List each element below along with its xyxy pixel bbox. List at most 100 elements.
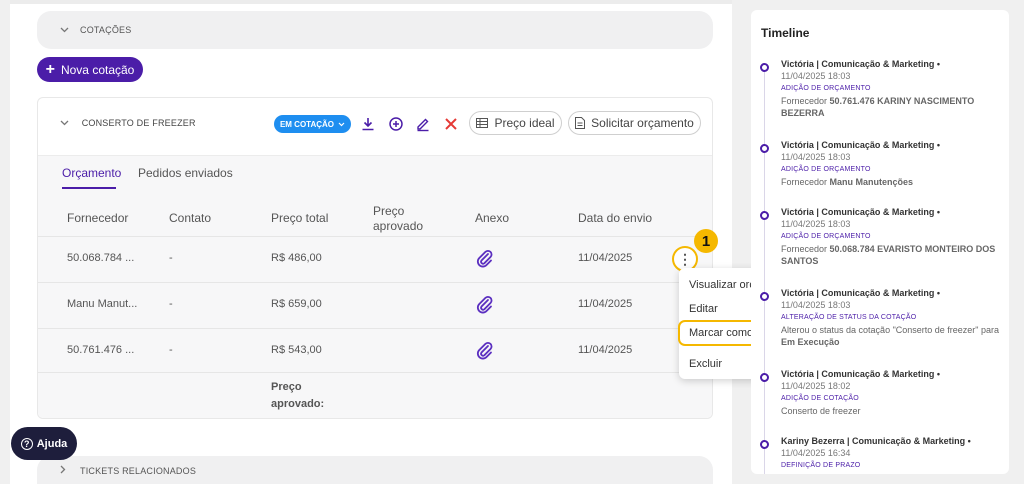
paperclip-icon[interactable] bbox=[475, 294, 495, 314]
chevron-right-icon bbox=[60, 465, 70, 477]
cell-data-envio: 11/04/2025 bbox=[578, 298, 633, 310]
help-button[interactable]: ? Ajuda bbox=[11, 427, 77, 460]
question-icon: ? bbox=[20, 437, 33, 450]
cell-contato: - bbox=[169, 252, 173, 264]
timeline-desc: Fornecedor Manu Manutenções bbox=[781, 177, 914, 187]
quote-card: CONSERTO DE FREEZER EM COTAÇÃO Preço ide… bbox=[37, 97, 713, 419]
timeline-desc: Fornecedor 50.761.476 KARINY NASCIMENTO … bbox=[781, 96, 975, 118]
chevron-down-icon bbox=[60, 118, 72, 128]
cell-preco-total: R$ 486,00 bbox=[271, 252, 322, 264]
chevron-down-icon bbox=[338, 122, 345, 126]
header-fornecedor: Fornecedor bbox=[67, 211, 129, 225]
request-budget-label: Solicitar orçamento bbox=[591, 116, 694, 130]
ideal-price-label: Preço ideal bbox=[494, 116, 555, 130]
tabs-area: Orçamento Pedidos enviados Fornecedor Co… bbox=[38, 155, 712, 418]
close-icon[interactable] bbox=[439, 112, 463, 136]
timeline-time: 11/04/2025 18:03 bbox=[781, 300, 851, 310]
menu-item-excluir[interactable]: Excluir bbox=[689, 358, 722, 370]
timeline-time: 11/04/2025 18:03 bbox=[781, 152, 851, 162]
timeline-author: Victória | Comunicação & Marketing • bbox=[781, 369, 941, 379]
timeline-item: Victória | Comunicação & Marketing • 11/… bbox=[781, 206, 1003, 267]
timeline-dot bbox=[760, 63, 769, 72]
header-preco-aprovado: Preço aprovado bbox=[373, 204, 424, 233]
cell-fornecedor: 50.068.784 ... bbox=[67, 252, 135, 264]
help-label: Ajuda bbox=[36, 437, 68, 450]
timeline-author: Victória | Comunicação & Marketing • bbox=[781, 140, 941, 150]
timeline-time: 11/04/2025 18:02 bbox=[781, 381, 851, 391]
divider bbox=[38, 282, 712, 283]
divider bbox=[38, 328, 712, 329]
timeline-dot bbox=[760, 211, 769, 220]
cell-preco-total: R$ 543,00 bbox=[271, 344, 322, 356]
document-icon bbox=[575, 117, 586, 129]
chevron-down-icon bbox=[60, 25, 70, 36]
timeline-author: Victória | Comunicação & Marketing • bbox=[781, 288, 941, 298]
table-icon bbox=[476, 118, 489, 128]
paperclip-icon[interactable] bbox=[475, 248, 495, 268]
timeline-item: Victória | Comunicação & Marketing • 11/… bbox=[781, 139, 1003, 188]
card-title-toggle[interactable]: CONSERTO DE FREEZER bbox=[60, 118, 196, 128]
timeline-time: 11/04/2025 18:03 bbox=[781, 71, 851, 81]
timeline-type: ADIÇÃO DE ORÇAMENTO bbox=[781, 85, 871, 92]
cell-data-envio: 11/04/2025 bbox=[578, 344, 633, 356]
timeline-title: Timeline bbox=[761, 26, 810, 40]
timeline-dot bbox=[760, 144, 769, 153]
cell-fornecedor: 50.761.476 ... bbox=[67, 344, 135, 356]
card-title: CONSERTO DE FREEZER bbox=[81, 118, 196, 128]
cell-data-envio: 11/04/2025 bbox=[578, 252, 633, 264]
timeline-dot bbox=[760, 440, 769, 449]
section-cotacoes[interactable]: COTAÇÕES bbox=[37, 11, 713, 49]
new-quote-button[interactable]: + Nova cotação bbox=[37, 57, 143, 82]
new-quote-label: Nova cotação bbox=[60, 62, 135, 77]
timeline-time: 11/04/2025 18:03 bbox=[781, 219, 851, 229]
timeline-desc: Fornecedor 50.068.784 EVARISTO MONTEIRO … bbox=[781, 244, 996, 266]
cell-fornecedor: Manu Manut... bbox=[67, 298, 138, 310]
cell-preco-total: R$ 659,00 bbox=[271, 298, 322, 310]
paperclip-icon[interactable] bbox=[475, 340, 495, 360]
section-tickets[interactable]: TICKETS RELACIONADOS bbox=[37, 456, 713, 484]
cell-contato: - bbox=[169, 298, 173, 310]
status-badge-label: EM COTAÇÃO bbox=[279, 119, 335, 129]
timeline-type: ADIÇÃO DE ORÇAMENTO bbox=[781, 166, 871, 173]
timeline-type: ALTERAÇÃO DE STATUS DA COTAÇÃO bbox=[781, 314, 917, 321]
timeline-item: Victória | Comunicação & Marketing • 11/… bbox=[781, 368, 1003, 417]
header-anexo: Anexo bbox=[475, 211, 510, 225]
timeline-item: Victória | Comunicação & Marketing • 11/… bbox=[781, 287, 1003, 348]
timeline-panel: Timeline Victória | Comunicação & Market… bbox=[751, 10, 1009, 474]
top-divider bbox=[10, 0, 732, 4]
timeline-author: Kariny Bezerra | Comunicação & Marketing… bbox=[781, 436, 971, 446]
tab-orcamento[interactable]: Orçamento bbox=[62, 166, 121, 180]
download-icon[interactable] bbox=[356, 112, 380, 136]
header-data-envio: Data do envio bbox=[578, 211, 653, 225]
menu-item-editar[interactable]: Editar bbox=[689, 303, 718, 315]
timeline-desc: Conserto de freezer bbox=[781, 406, 861, 416]
add-circle-icon[interactable] bbox=[384, 112, 408, 136]
timeline-type: DEFINIÇÃO DE PRAZO bbox=[781, 462, 861, 469]
main-panel: COTAÇÕES + Nova cotação CONSERTO DE FREE… bbox=[10, 0, 732, 484]
plus-icon: + bbox=[45, 60, 55, 78]
timeline-type: ADIÇÃO DE ORÇAMENTO bbox=[781, 233, 871, 240]
timeline-type: ADIÇÃO DE COTAÇÃO bbox=[781, 395, 859, 402]
ideal-price-button[interactable]: Preço ideal bbox=[469, 111, 562, 135]
timeline-item: Kariny Bezerra | Comunicação & Marketing… bbox=[781, 435, 1003, 472]
timeline-time: 11/04/2025 16:34 bbox=[781, 448, 851, 458]
section-title: TICKETS RELACIONADOS bbox=[80, 466, 197, 476]
section-title: COTAÇÕES bbox=[80, 25, 132, 35]
timeline-author: Victória | Comunicação & Marketing • bbox=[781, 59, 941, 69]
status-badge[interactable]: EM COTAÇÃO bbox=[274, 115, 351, 133]
divider bbox=[38, 372, 712, 373]
header-preco-total: Preço total bbox=[271, 211, 329, 225]
header-contato: Contato bbox=[169, 211, 212, 225]
active-tab-indicator bbox=[62, 187, 116, 189]
cell-contato: - bbox=[169, 344, 173, 356]
edit-icon[interactable] bbox=[411, 112, 435, 136]
step-marker: 1 bbox=[694, 229, 718, 253]
divider bbox=[38, 236, 712, 237]
approved-price-footer: Preço aprovado: bbox=[271, 381, 325, 410]
request-budget-button[interactable]: Solicitar orçamento bbox=[568, 111, 701, 135]
timeline-dot bbox=[760, 292, 769, 301]
tab-pedidos-enviados[interactable]: Pedidos enviados bbox=[138, 166, 233, 180]
timeline-line bbox=[764, 68, 765, 474]
timeline-dot bbox=[760, 373, 769, 382]
timeline-item: Victória | Comunicação & Marketing • 11/… bbox=[781, 58, 1003, 119]
